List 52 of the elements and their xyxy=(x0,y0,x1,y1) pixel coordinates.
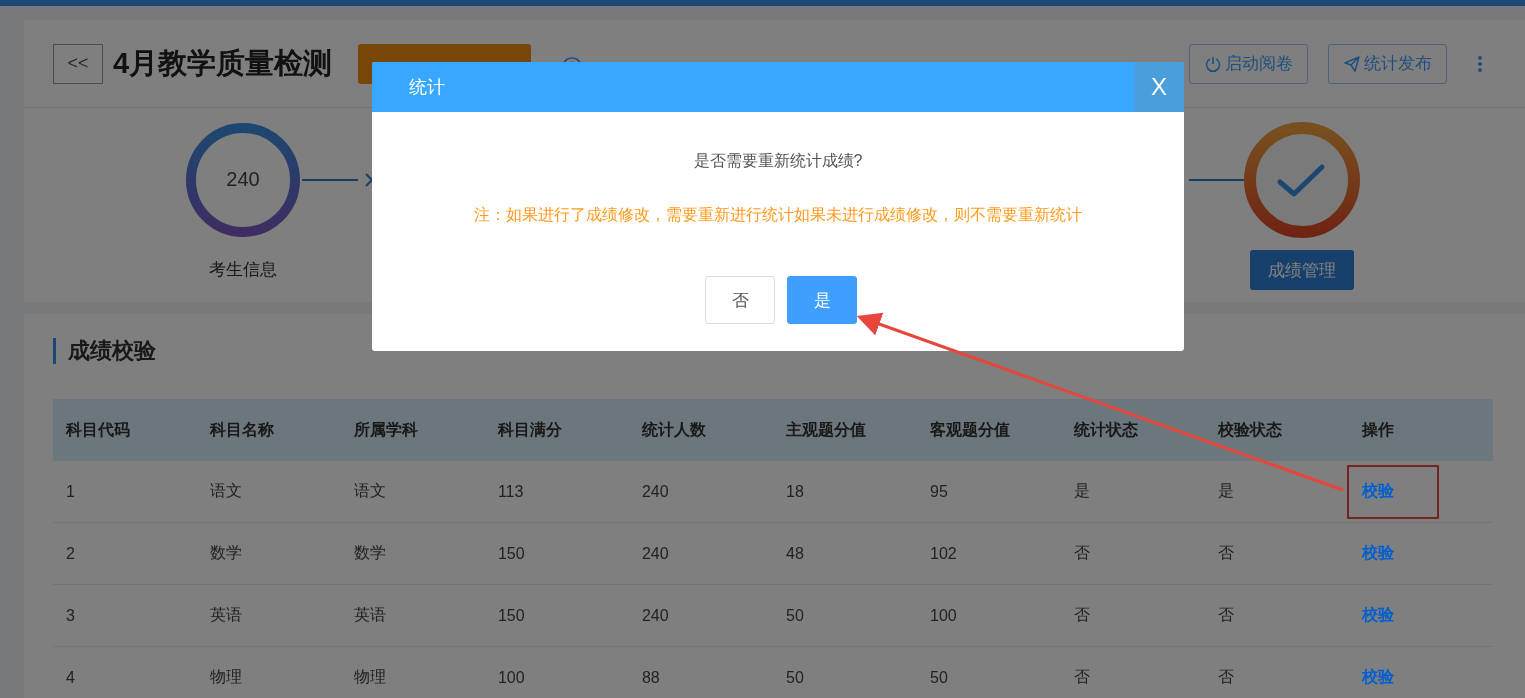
column-header: 科目代码 xyxy=(66,420,130,438)
table-cell: 否 xyxy=(1074,544,1091,561)
table-cell: 2 xyxy=(66,544,75,562)
table-cell: 物理 xyxy=(209,668,242,685)
dialog-note: 注：如果进行了成绩修改，需要重新进行统计如果未进行成绩修改，则不需要重新统计 xyxy=(473,205,1083,225)
table-cell: 18 xyxy=(786,482,804,500)
table-cell: 150 xyxy=(497,544,525,562)
table-cell: 88 xyxy=(641,668,660,686)
table-cell: 否 xyxy=(1218,544,1235,561)
column-header: 客观题分值 xyxy=(930,420,1010,438)
table-cell: 100 xyxy=(930,606,957,624)
table-cell: 113 xyxy=(497,482,524,500)
table-cell: 95 xyxy=(930,482,948,500)
column-header: 操作 xyxy=(1362,420,1394,438)
table-cell: 1 xyxy=(66,482,75,500)
table-cell: 50 xyxy=(786,606,804,624)
column-header: 统计人数 xyxy=(641,420,706,438)
count-value: 240 xyxy=(225,168,261,191)
table-cell: 否 xyxy=(1218,668,1235,685)
column-header: 主观题分值 xyxy=(786,420,867,438)
table-cell: 240 xyxy=(641,482,669,500)
table-cell: 4 xyxy=(66,668,75,686)
column-header: 统计状态 xyxy=(1074,420,1139,438)
table-cell: 102 xyxy=(930,544,957,562)
table-cell: 数学 xyxy=(353,544,386,561)
table-cell: 3 xyxy=(66,606,75,624)
table-cell: 50 xyxy=(930,668,948,686)
dialog-message: 是否需要重新统计成绩? xyxy=(692,151,864,171)
table-cell: 是 xyxy=(1218,482,1235,499)
table-cell: 语文 xyxy=(353,482,386,499)
table-cell: 否 xyxy=(1074,668,1091,685)
dialog-title: 统计 xyxy=(409,76,446,99)
column-header: 所属学科 xyxy=(353,420,418,438)
table-cell: 48 xyxy=(786,544,804,562)
column-header: 科目满分 xyxy=(497,420,562,438)
column-header: 科目名称 xyxy=(209,420,274,438)
table-cell: 数学 xyxy=(209,544,242,561)
table-cell: 物理 xyxy=(353,668,386,685)
table-cell: 100 xyxy=(497,668,525,686)
column-header: 校验状态 xyxy=(1218,420,1283,438)
page-title: 4月教学质量检测 xyxy=(113,45,333,81)
table-cell: 50 xyxy=(786,668,804,686)
table-cell: 英语 xyxy=(353,606,386,623)
table-cell: 240 xyxy=(641,544,669,562)
table-cell: 否 xyxy=(1218,606,1235,623)
table-cell: 英语 xyxy=(209,606,242,623)
step-label: 考生信息 xyxy=(209,259,277,281)
table-cell: 240 xyxy=(641,606,669,624)
table-cell: 150 xyxy=(497,606,525,624)
table-cell: 语文 xyxy=(209,482,242,499)
table-cell: 否 xyxy=(1074,606,1091,623)
table-cell: 是 xyxy=(1074,482,1091,499)
